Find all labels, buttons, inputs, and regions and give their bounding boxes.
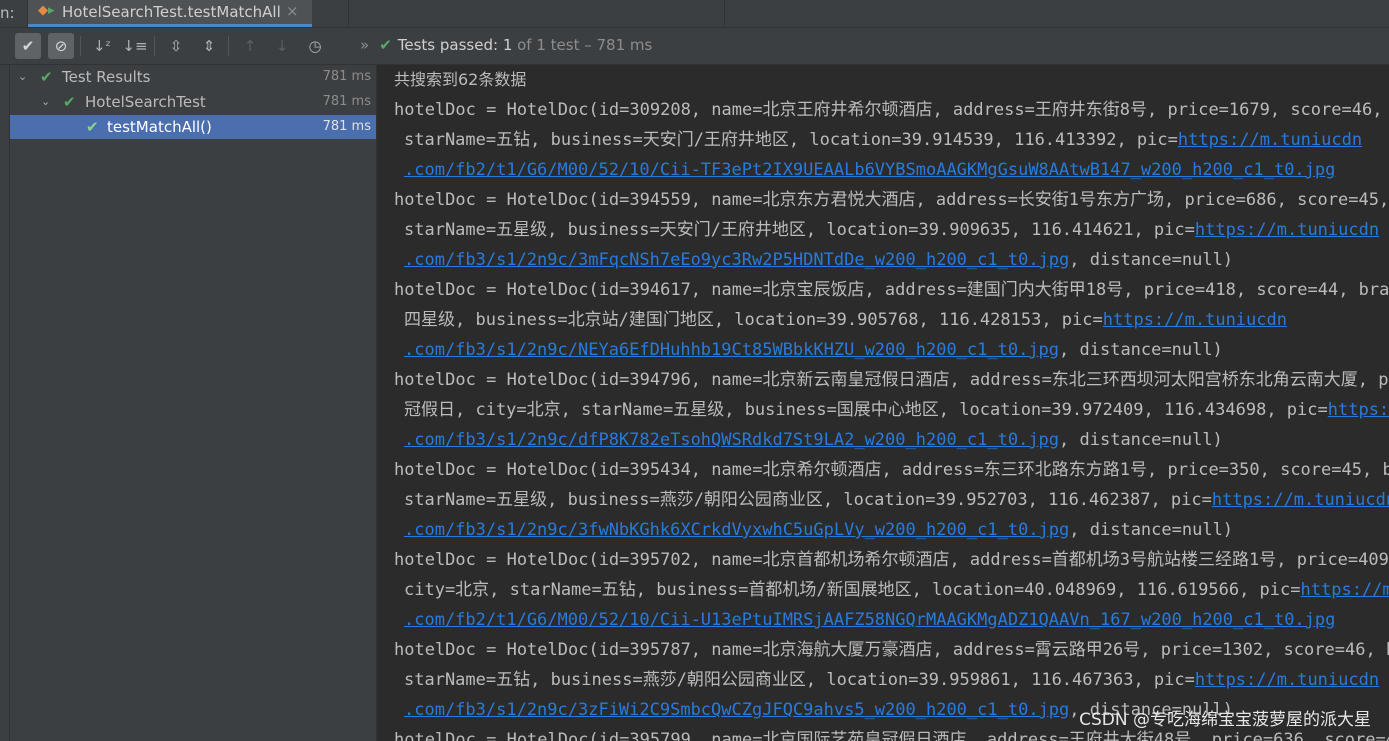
passed-check-icon: ✔ bbox=[63, 93, 76, 111]
console-line: hotelDoc = HotelDoc(id=395702, name=北京首都… bbox=[394, 550, 1389, 570]
console-header-line: 共搜索到62条数据 bbox=[394, 70, 527, 89]
expand-all-icon[interactable]: ⇳ bbox=[163, 33, 189, 59]
console-line: .com/fb3/s1/2n9c/NEYa6EfDHuhhb19Ct85WBbk… bbox=[404, 335, 1223, 365]
previous-failed-icon[interactable]: ↑ bbox=[237, 33, 263, 59]
console-text: , distance=null) bbox=[1059, 430, 1223, 450]
tab-divider bbox=[724, 0, 725, 27]
run-label: n: bbox=[0, 4, 15, 22]
pic-url-link[interactable]: .com/fb3/s1/2n9c/NEYa6EfDHuhhb19Ct85WBbk… bbox=[404, 340, 1059, 360]
close-icon[interactable]: × bbox=[286, 2, 299, 20]
console-line: starName=五星级, business=燕莎/朝阳公园商业区, locat… bbox=[404, 485, 1389, 515]
pic-url-link[interactable]: https://m.tuniucdn bbox=[1178, 130, 1362, 150]
watermark: CSDN @专吃海绵宝宝菠萝屋的派大星 bbox=[1079, 710, 1371, 730]
test-results-tree: ⌄ ✔ Test Results 781 ms ⌄ ✔ HotelSearchT… bbox=[10, 65, 377, 741]
console-line: hotelDoc = HotelDoc(id=394559, name=北京东方… bbox=[394, 190, 1389, 210]
console-line: 四星级, business=北京站/建国门地区, location=39.905… bbox=[404, 305, 1287, 335]
pic-url-link[interactable]: .com/fb3/s1/2n9c/3fwNbKGhk6XCrkdVyxwhC5u… bbox=[404, 520, 1069, 540]
toolbar-divider bbox=[228, 36, 229, 56]
collapse-all-icon[interactable]: ⇕ bbox=[196, 33, 222, 59]
console-text: starName=五星级, business=天安门/王府井地区, locati… bbox=[404, 220, 1195, 240]
console-line: .com/fb3/s1/2n9c/3fwNbKGhk6XCrkdVyxwhC5u… bbox=[404, 515, 1233, 545]
tree-node-label: HotelSearchTest bbox=[85, 93, 206, 111]
test-status: » ✔ Tests passed: 1 of 1 test – 781 ms bbox=[360, 36, 652, 56]
status-prefix: Tests passed: bbox=[397, 36, 503, 54]
console-line: hotelDoc = HotelDoc(id=395787, name=北京海航… bbox=[394, 640, 1389, 660]
status-suffix: of 1 test – 781 ms bbox=[512, 36, 653, 54]
console-line: hotelDoc = HotelDoc(id=395434, name=北京希尔… bbox=[394, 460, 1389, 480]
console-line: .com/fb2/t1/G6/M00/52/10/Cii-TF3ePt2IX9U… bbox=[404, 155, 1335, 185]
pic-url-link[interactable]: .com/fb2/t1/G6/M00/52/10/Cii-TF3ePt2IX9U… bbox=[404, 160, 1335, 180]
console-text: , distance=null) bbox=[1069, 520, 1234, 540]
duration-label: 781 ms bbox=[322, 94, 371, 109]
passed-check-icon: ✔ bbox=[86, 118, 99, 136]
sort-by-duration-icon[interactable]: ↓≡ bbox=[122, 33, 148, 59]
passed-check-icon: ✔ bbox=[379, 36, 392, 54]
console-line: hotelDoc = HotelDoc(id=309208, name=北京王府… bbox=[394, 100, 1383, 120]
console-text: starName=五钻, business=天安门/王府井地区, locatio… bbox=[404, 130, 1178, 150]
next-failed-icon[interactable]: ↓ bbox=[269, 33, 295, 59]
console-line: starName=五钻, business=天安门/王府井地区, locatio… bbox=[404, 125, 1362, 155]
sort-alphabetically-icon[interactable]: ↓ᶻ bbox=[89, 33, 115, 59]
pic-url-link[interactable]: https://m.tuniucdn bbox=[1103, 310, 1287, 330]
console-line: city=北京, starName=五钻, business=首都机场/新国展地… bbox=[404, 575, 1389, 605]
duration-label: 781 ms bbox=[322, 119, 371, 134]
show-passed-icon[interactable]: ✔ bbox=[15, 33, 41, 59]
more-actions-icon[interactable]: » bbox=[360, 36, 369, 54]
tree-node-label: Test Results bbox=[62, 68, 151, 86]
run-tool-window-tabbar: n: ◆▸ HotelSearchTest.testMatchAll × bbox=[0, 0, 1389, 28]
tab-divider bbox=[348, 0, 349, 27]
test-runner-toolbar: ✔ ⊘ ↓ᶻ ↓≡ ⇳ ⇕ ↑ ↓ ◷ bbox=[0, 28, 1389, 65]
pic-url-link[interactable]: https://m.tuniucdn bbox=[1328, 400, 1389, 420]
toolbar-divider bbox=[154, 36, 155, 56]
tab-hotelsearchtest[interactable]: ◆▸ HotelSearchTest.testMatchAll × bbox=[28, 0, 312, 27]
pic-url-link[interactable]: https://m.tuniucdn bbox=[1195, 220, 1379, 240]
tree-node-hotelsearchtest[interactable]: ⌄ ✔ HotelSearchTest 781 ms bbox=[10, 90, 376, 114]
console-output[interactable]: 共搜索到62条数据 hotelDoc = HotelDoc(id=309208,… bbox=[377, 65, 1389, 741]
console-text: 四星级, business=北京站/建国门地区, location=39.905… bbox=[404, 310, 1103, 330]
show-ignored-icon[interactable]: ⊘ bbox=[48, 33, 74, 59]
pic-url-link[interactable]: https://m.tuniucdn bbox=[1212, 490, 1389, 510]
console-text: starName=五钻, business=燕莎/朝阳公园商业区, locati… bbox=[404, 670, 1195, 690]
pic-url-link[interactable]: .com/fb3/s1/2n9c/3zFiWi2C9SmbcQwCZgJFQC9… bbox=[404, 700, 1069, 720]
console-line: starName=五钻, business=燕莎/朝阳公园商业区, locati… bbox=[404, 665, 1379, 695]
console-line: .com/fb3/s1/2n9c/3mFqcNSh7eEo9yc3Rw2P5HD… bbox=[404, 245, 1233, 275]
duration-label: 781 ms bbox=[322, 69, 371, 84]
console-text: starName=五星级, business=燕莎/朝阳公园商业区, locat… bbox=[404, 490, 1212, 510]
left-gutter bbox=[0, 65, 10, 741]
console-text: , distance=null) bbox=[1059, 340, 1223, 360]
console-line: hotelDoc = HotelDoc(id=394617, name=北京宝辰… bbox=[394, 280, 1389, 300]
console-line: 冠假日, city=北京, starName=五星级, business=国展中… bbox=[404, 395, 1389, 425]
console-line: starName=五星级, business=天安门/王府井地区, locati… bbox=[404, 215, 1379, 245]
chevron-down-icon[interactable]: ⌄ bbox=[18, 65, 27, 89]
pic-url-link[interactable]: .com/fb2/t1/G6/M00/52/10/Cii-U13ePtuIMRS… bbox=[404, 610, 1335, 630]
console-text: , distance=null) bbox=[1069, 250, 1234, 270]
console-text: city=北京, starName=五钻, business=首都机场/新国展地… bbox=[404, 580, 1301, 600]
tree-node-test-results[interactable]: ⌄ ✔ Test Results 781 ms bbox=[10, 65, 376, 89]
tree-node-testmatchall[interactable]: ✔ testMatchAll() 781 ms bbox=[10, 115, 376, 139]
passed-check-icon: ✔ bbox=[40, 68, 53, 86]
run-config-icon: ◆▸ bbox=[38, 3, 55, 18]
pic-url-link[interactable]: https://m.tuniucdn bbox=[1195, 670, 1379, 690]
pic-url-link[interactable]: https://m.tuniucdn bbox=[1301, 580, 1389, 600]
pic-url-link[interactable]: .com/fb3/s1/2n9c/3mFqcNSh7eEo9yc3Rw2P5HD… bbox=[404, 250, 1069, 270]
toolbar-divider bbox=[80, 36, 81, 56]
chevron-down-icon[interactable]: ⌄ bbox=[41, 90, 50, 114]
status-count: 1 bbox=[502, 36, 513, 54]
console-line: hotelDoc = HotelDoc(id=394796, name=北京新云… bbox=[394, 370, 1389, 390]
console-text: 冠假日, city=北京, starName=五星级, business=国展中… bbox=[404, 400, 1328, 420]
test-history-icon[interactable]: ◷ bbox=[302, 33, 328, 59]
console-line: .com/fb3/s1/2n9c/dfP8K782eTsohQWSRdkd7St… bbox=[404, 425, 1223, 455]
tree-node-label: testMatchAll() bbox=[107, 118, 212, 136]
tab-title: HotelSearchTest.testMatchAll bbox=[62, 3, 281, 21]
console-line: .com/fb2/t1/G6/M00/52/10/Cii-U13ePtuIMRS… bbox=[404, 605, 1335, 635]
pic-url-link[interactable]: .com/fb3/s1/2n9c/dfP8K782eTsohQWSRdkd7St… bbox=[404, 430, 1059, 450]
